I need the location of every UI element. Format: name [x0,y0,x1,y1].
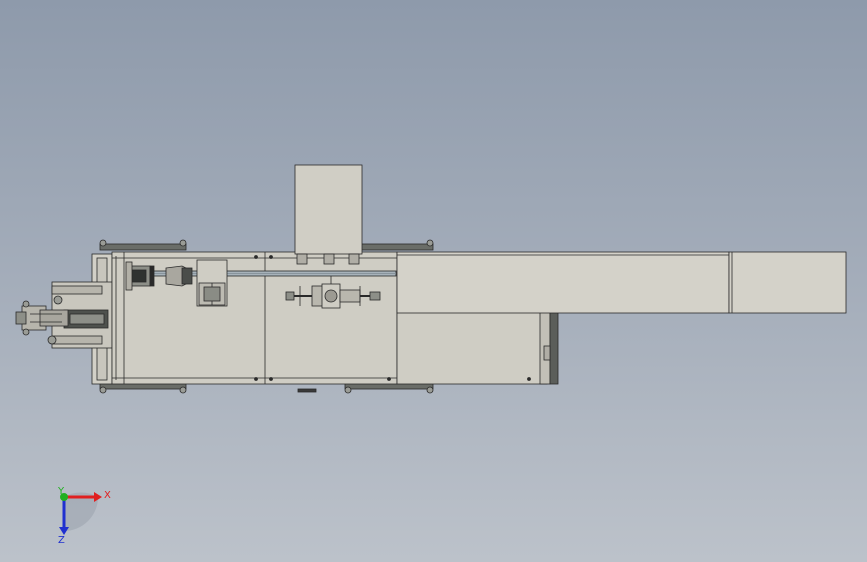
coordinate-triad: X Y Z [57,486,111,546]
motor-bracket [125,261,155,291]
cad-viewport[interactable]: X Y Z [0,0,867,562]
gearbox-block [196,259,228,307]
bottom-rail-left [99,382,187,394]
z-axis-label: Z [58,535,65,546]
x-axis-arrowhead [94,492,102,502]
coupling [165,265,193,287]
z-axis-arrowhead [59,527,69,535]
machine-assembly [15,164,847,394]
control-box [294,164,363,265]
lower-housing [396,309,559,385]
bottom-rail-right [297,382,434,394]
x-axis-label: X [104,490,111,501]
conveyor-end-section [728,251,847,314]
top-rail-left [99,239,187,251]
y-axis-label: Y [57,486,65,497]
conveyor-long-section [396,251,730,314]
